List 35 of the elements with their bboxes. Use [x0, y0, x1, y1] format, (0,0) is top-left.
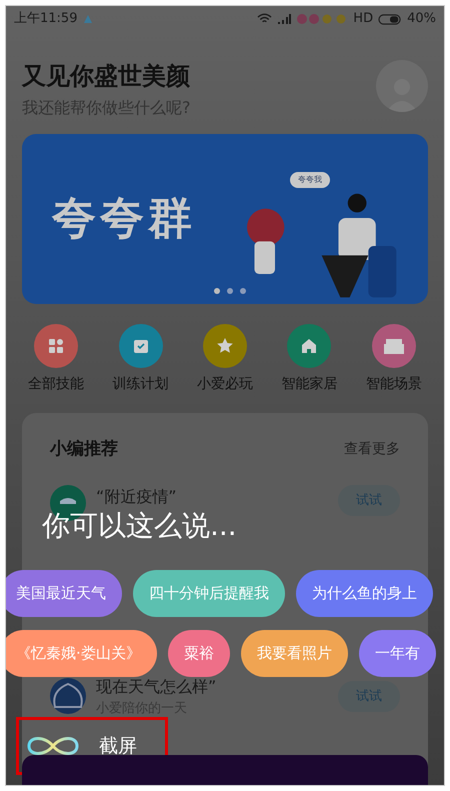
suggestion-chip[interactable]: 我要看照片	[240, 630, 348, 677]
carousel-dots	[214, 288, 248, 294]
wifi-icon	[257, 13, 272, 25]
see-more-link[interactable]: 查看更多	[344, 439, 400, 460]
shortcut-button[interactable]	[287, 324, 332, 368]
suggestion-title: 现在天气怎么样”	[96, 676, 218, 698]
greeting-title: 又见你盛世美颜	[22, 61, 190, 92]
battery-icon	[378, 14, 402, 24]
shortcut-label: 全部技能	[28, 375, 84, 394]
speech-bubble: 夸夸我	[290, 172, 330, 188]
suggestion-chip[interactable]: 四十分钟后提醒我	[133, 570, 285, 617]
banner-title: 夸夸群	[52, 192, 196, 246]
shortcut-button[interactable]	[118, 324, 163, 368]
shortcut-label: 训练计划	[112, 375, 169, 394]
suggestion-chip[interactable]: 美国最近天气	[6, 570, 122, 617]
shortcut-label: 小爱必玩	[196, 375, 253, 394]
signal-icon	[277, 14, 292, 24]
flowers-icon	[296, 13, 348, 25]
battery-level: 40%	[407, 10, 436, 28]
network-type: HD	[353, 10, 374, 28]
shortcut-label: 智能场景	[366, 375, 422, 394]
shortcut-button[interactable]	[372, 324, 416, 368]
app-icon	[83, 14, 94, 24]
suggestion-chip[interactable]: 《忆秦娥·娄山关》	[6, 630, 157, 677]
shortcut-button[interactable]	[202, 324, 247, 368]
status-time: 上午11:59	[14, 10, 78, 28]
suggestion-chip[interactable]: 一年有	[358, 630, 436, 677]
assistant-label: 截屏	[99, 734, 137, 759]
section-title: 小编推荐	[50, 438, 118, 461]
suggestion-chip[interactable]: 为什么鱼的身上	[296, 570, 433, 617]
promo-banner[interactable]: 夸夸群 夸夸我	[22, 134, 428, 304]
shortcut-button[interactable]	[34, 324, 78, 368]
suggestion-title: “附近疫情”	[96, 486, 178, 508]
voice-prompt: 你可以这么说...	[42, 508, 238, 544]
shortcut-label: 智能家居	[281, 375, 338, 394]
